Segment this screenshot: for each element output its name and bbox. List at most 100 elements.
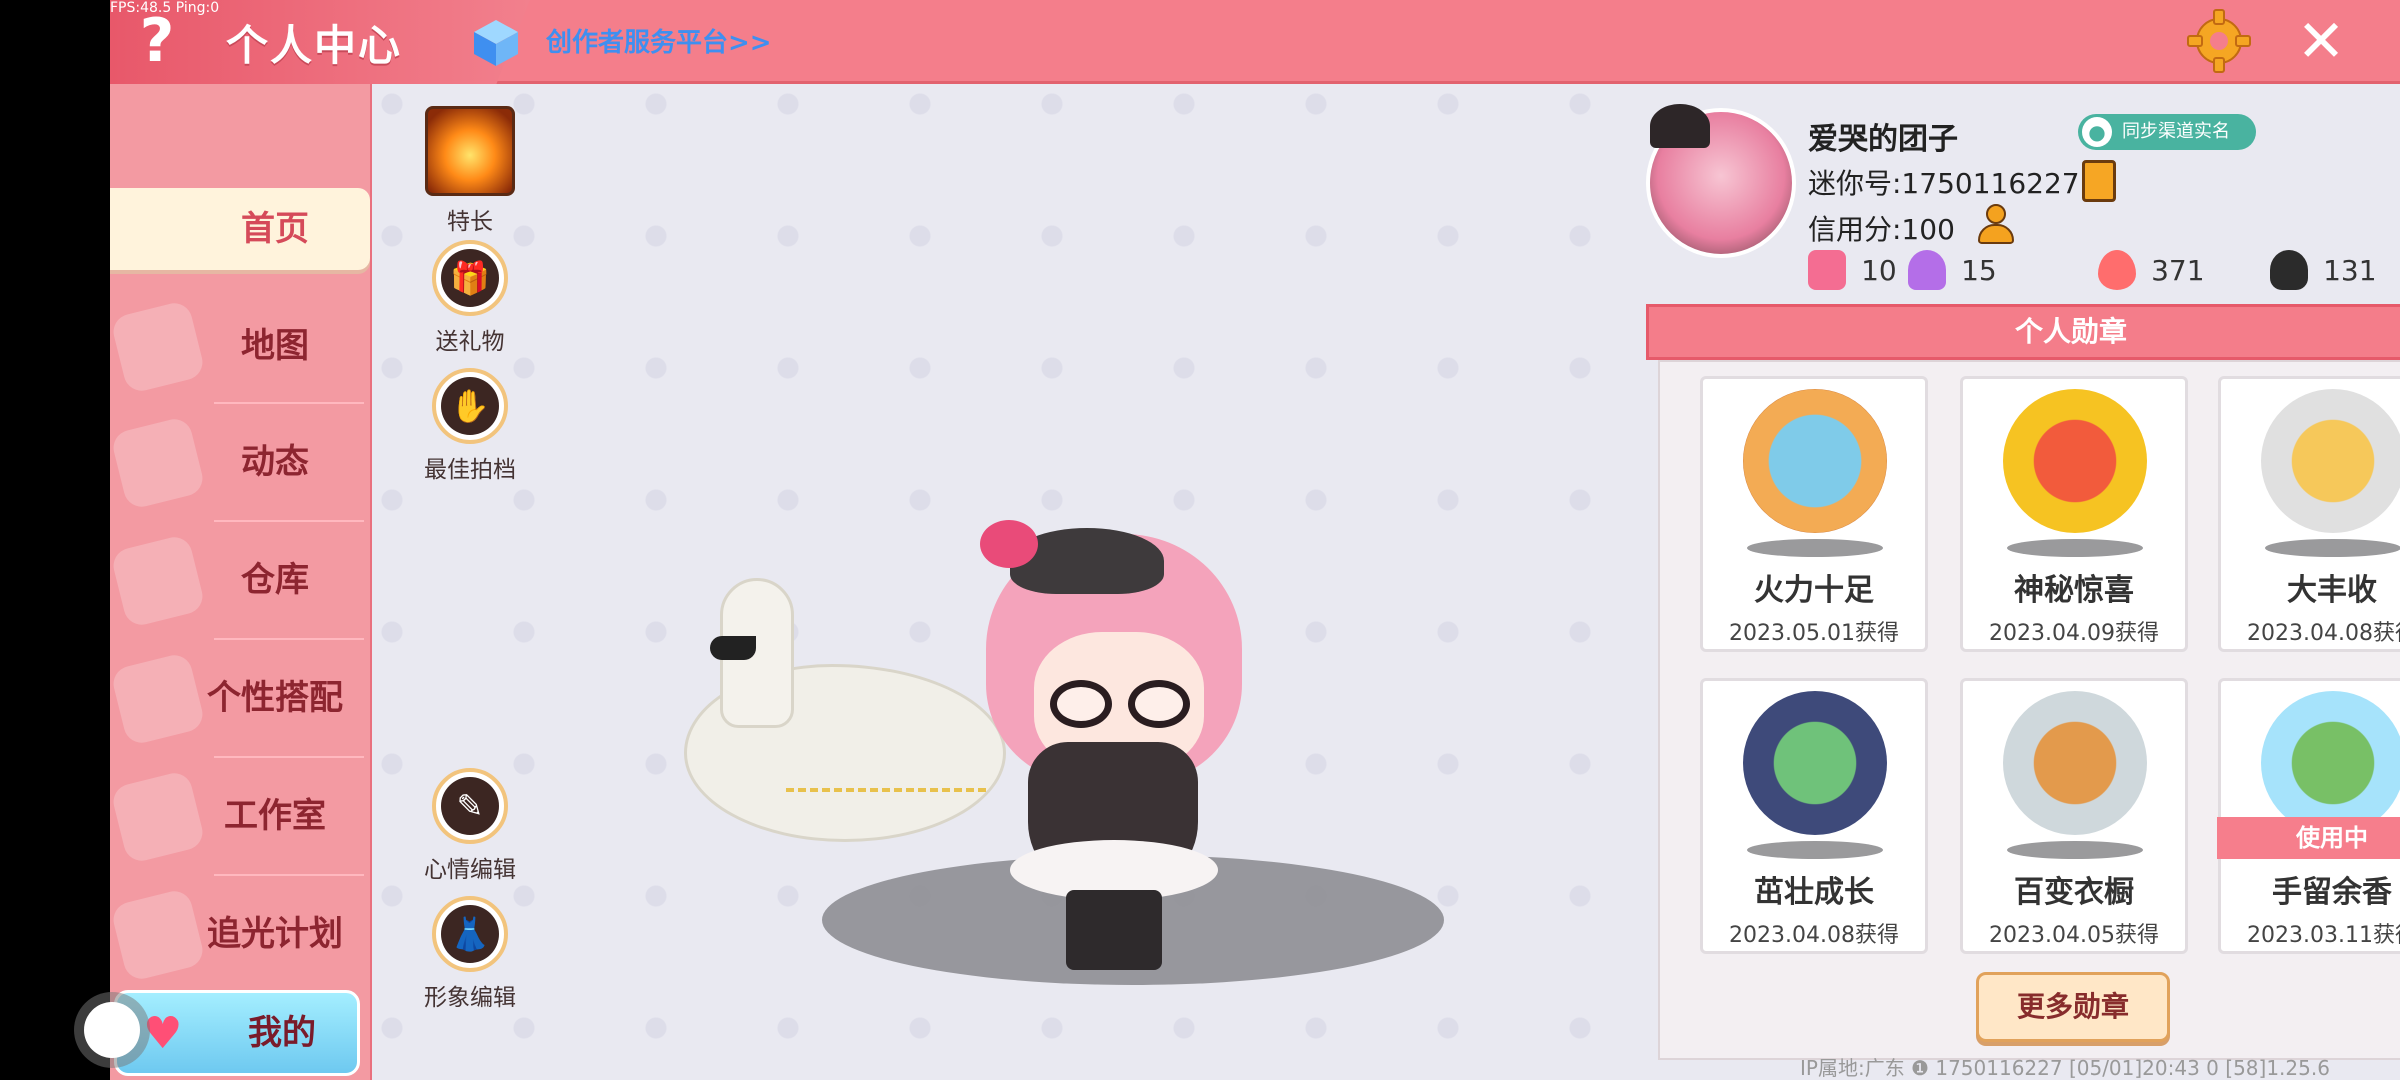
medal-card[interactable]: 茁壮成长 2023.04.08获得 (1700, 678, 1928, 954)
medal-name: 大丰收 (2287, 573, 2377, 608)
treasure-chest-medal-icon (1743, 389, 1887, 533)
pencil-icon: ✎ (432, 768, 508, 844)
sidebar: 首页 地图 动态 仓库 个性搭配 工作室 追光计划 ♥ 我的 (110, 84, 372, 1080)
avatar-hat-decoration (1650, 104, 1710, 148)
action-label: 心情编辑 (424, 857, 516, 883)
nickname: 爱哭的团子 (1808, 122, 1958, 157)
appearance-edit-button[interactable]: 👗 形象编辑 (415, 896, 525, 1012)
stat-likes[interactable]: 131 (2270, 250, 2377, 294)
stat-cheers[interactable]: 15 (1908, 250, 1997, 294)
sidebar-item-home[interactable]: 首页 (110, 188, 370, 270)
avatar-glasses (1050, 680, 1112, 728)
stat-value: 15 (1961, 253, 1997, 287)
sidebar-item-label: 追光计划 (207, 914, 343, 954)
stat-bookmarks[interactable]: 10 (1808, 250, 1897, 294)
sidebar-item-mine[interactable]: ♥ 我的 (114, 990, 360, 1076)
more-medals-button[interactable]: 更多勋章 (1976, 972, 2170, 1042)
divider (214, 520, 364, 522)
medal-pedestal (1747, 539, 1883, 557)
swan-stripe (786, 788, 986, 794)
sidebar-item-label: 仓库 (241, 560, 309, 600)
action-label: 特长 (447, 209, 493, 235)
outfit-icon: 👗 (432, 896, 508, 972)
sync-realname-button[interactable]: ● 同步渠道实名 (2078, 114, 2256, 150)
footer-info: IP属地:广东 ❶ 1750116227 [05/01]20:43 0 [58]… (1800, 1056, 2330, 1080)
stat-value: 10 (1861, 253, 1897, 287)
medal-name: 百变衣橱 (2014, 875, 2134, 910)
best-partner-button[interactable]: ✋ 最佳拍档 (415, 368, 525, 484)
fragrance-medal-icon (2261, 691, 2400, 835)
medal-date: 2023.03.11获得 (2247, 923, 2400, 948)
gift-icon: 🎁 (432, 240, 508, 316)
avatar-legs (1066, 890, 1162, 970)
divider (214, 402, 364, 404)
medal-date: 2023.04.08获得 (1729, 923, 1899, 948)
handshake-icon: ✋ (432, 368, 508, 444)
bookmark-plus-icon (1808, 250, 1846, 290)
sidebar-item-map[interactable]: 地图 (110, 290, 372, 402)
wardrobe-medal-icon (2003, 691, 2147, 835)
medal-date: 2023.04.08获得 (2247, 621, 2400, 646)
medal-card[interactable]: 百变衣橱 2023.04.05获得 (1960, 678, 2188, 954)
avatar-glasses (1128, 680, 1190, 728)
medal-pedestal (2265, 539, 2400, 557)
flame-figure-icon (425, 106, 515, 196)
top-bar: ? 个人中心 创作者服务平台>> ✕ (110, 0, 2400, 84)
help-icon[interactable]: ? (126, 6, 188, 76)
divider (214, 756, 364, 758)
medal-name: 手留余香 (2272, 875, 2392, 910)
medal-section-title: 个人勋章 (1646, 304, 2400, 360)
realname-label: 同步渠道实名 (2122, 121, 2230, 142)
mood-edit-button[interactable]: ✎ 心情编辑 (415, 768, 525, 884)
stat-value: 131 (2323, 253, 2377, 287)
page-title: 个人中心 (226, 21, 403, 70)
medal-date: 2023.04.05获得 (1989, 923, 2159, 948)
close-icon[interactable]: ✕ (2290, 10, 2352, 72)
sidebar-item-label: 工作室 (224, 796, 326, 836)
medal-pedestal (1747, 841, 1883, 859)
gear-icon[interactable] (2186, 8, 2252, 74)
avatar-bow (980, 520, 1038, 568)
medal-card[interactable]: 大丰收 2023.04.08获得 (2218, 376, 2400, 652)
flame-icon (2098, 250, 2136, 290)
stat-popularity[interactable]: 371 (2098, 250, 2205, 294)
cube-icon[interactable] (470, 16, 522, 68)
hearts-icon (2270, 250, 2308, 290)
copy-icon[interactable] (2082, 160, 2116, 202)
sidebar-item-label: 地图 (241, 326, 309, 366)
send-gift-button[interactable]: 🎁 送礼物 (415, 240, 525, 356)
sidebar-item-studio[interactable]: 工作室 (110, 760, 372, 872)
sidebar-item-storage[interactable]: 仓库 (110, 524, 372, 636)
sidebar-item-chase-light[interactable]: 追光计划 (110, 878, 372, 990)
medal-card[interactable]: 神秘惊喜 2023.04.09获得 (1960, 376, 2188, 652)
person-icon: ● (2082, 117, 2112, 147)
sidebar-item-label: 动态 (241, 442, 309, 482)
creator-platform-link[interactable]: 创作者服务平台>> (546, 22, 772, 59)
mini-id: 迷你号:1750116227 (1808, 167, 2080, 200)
medal-card[interactable]: 使用中 手留余香 2023.03.11获得 (2217, 678, 2400, 954)
sidebar-item-label: 首页 (241, 209, 309, 249)
fps-readout: FPS:48.5 Ping:0 (110, 0, 220, 16)
action-label: 送礼物 (435, 329, 505, 355)
action-label: 形象编辑 (424, 985, 516, 1011)
sprout-medal-icon (1743, 691, 1887, 835)
personal-center-screen: ? 个人中心 创作者服务平台>> ✕ 首页 地图 动态 仓库 个性搭配 工作室 … (110, 0, 2400, 1080)
talent-button[interactable]: 特长 (415, 106, 525, 236)
sidebar-item-label: 个性搭配 (207, 678, 343, 718)
sidebar-item-feed[interactable]: 动态 (110, 406, 372, 518)
person-badge-icon[interactable] (1976, 204, 2016, 246)
cheer-icon (1908, 250, 1946, 290)
medal-name: 茁壮成长 (1754, 875, 1874, 910)
medal-date: 2023.04.09获得 (1989, 621, 2159, 646)
sidebar-item-outfit[interactable]: 个性搭配 (110, 642, 372, 754)
action-label: 最佳拍档 (424, 457, 516, 483)
divider (214, 874, 364, 876)
medal-card[interactable]: 火力十足 2023.05.01获得 (1700, 376, 1928, 652)
in-use-badge: 使用中 (2217, 817, 2400, 859)
swan-beak (710, 636, 756, 660)
medal-name: 神秘惊喜 (2014, 573, 2134, 608)
medal-name: 火力十足 (1754, 573, 1874, 608)
sidebar-item-label: 我的 (248, 1013, 316, 1053)
harvest-medal-icon (2261, 389, 2400, 533)
floating-assist-button[interactable] (84, 1002, 140, 1058)
